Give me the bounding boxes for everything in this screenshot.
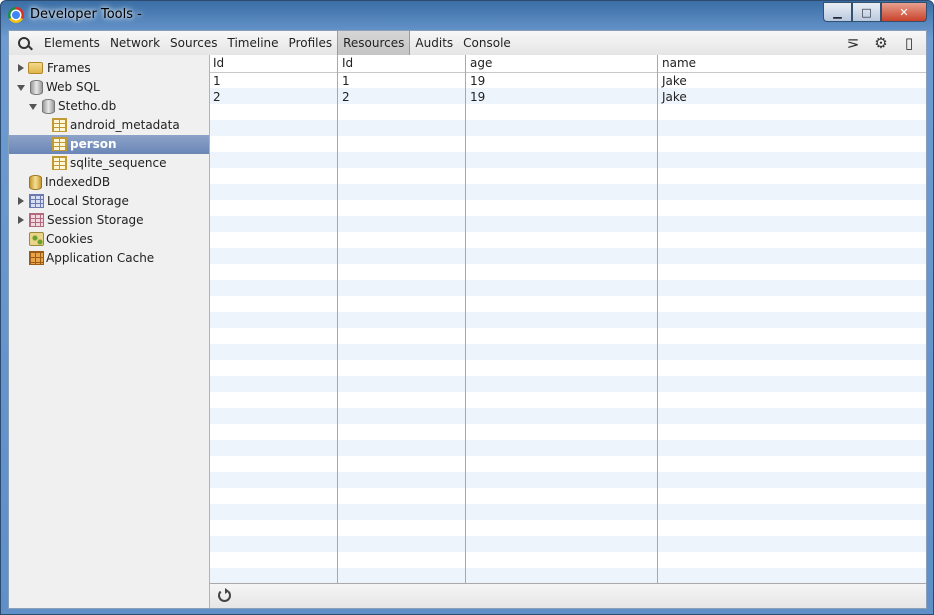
chrome-logo-icon bbox=[8, 7, 24, 23]
sidebar-item-label: person bbox=[70, 137, 117, 151]
dock-side-icon[interactable]: ▯ bbox=[900, 34, 918, 52]
sidebar-item-indexeddb[interactable]: IndexedDB bbox=[9, 173, 209, 192]
console-drawer-icon[interactable]: ⋝ bbox=[844, 34, 862, 52]
window-controls: ▁ □ ✕ bbox=[823, 2, 927, 22]
sidebar-item-android-metadata[interactable]: android_metadata bbox=[9, 116, 209, 135]
sidebar-item-label: Session Storage bbox=[47, 213, 144, 227]
minimize-button[interactable]: ▁ bbox=[823, 2, 852, 22]
grid-header: Id Id age name bbox=[210, 55, 926, 73]
grid-icon bbox=[29, 194, 44, 208]
title-bar[interactable]: Developer Tools - ▁ □ ✕ bbox=[1, 1, 933, 29]
sidebar-item-application-cache[interactable]: Application Cache bbox=[9, 249, 209, 268]
table-cell: 1 bbox=[342, 74, 350, 88]
sidebar-item-cookies[interactable]: Cookies bbox=[9, 230, 209, 249]
sidebar-item-stetho-db[interactable]: Stetho.db bbox=[9, 97, 209, 116]
folder-icon bbox=[28, 62, 43, 74]
tab-resources[interactable]: Resources bbox=[337, 31, 411, 55]
table-cell: 1 bbox=[213, 74, 221, 88]
sidebar-item-person[interactable]: person bbox=[9, 135, 209, 154]
tab-elements[interactable]: Elements bbox=[39, 31, 105, 55]
sidebar-item-sqlite-sequence[interactable]: sqlite_sequence bbox=[9, 154, 209, 173]
tab-network[interactable]: Network bbox=[105, 31, 165, 55]
collapse-arrow-icon[interactable] bbox=[29, 104, 37, 110]
column-divider[interactable] bbox=[337, 55, 338, 584]
table-cell: Jake bbox=[662, 90, 687, 104]
sidebar-item-label: Application Cache bbox=[46, 251, 155, 265]
database-icon bbox=[29, 175, 42, 190]
search-icon[interactable] bbox=[18, 37, 30, 49]
table-cell: 19 bbox=[470, 90, 486, 104]
sidebar-item-label: sqlite_sequence bbox=[70, 156, 167, 170]
data-grid: Id Id age name 1 1 19 Jake 2 2 19 Jake bbox=[210, 55, 926, 584]
table-cell: Jake bbox=[662, 74, 687, 88]
tab-console[interactable]: Console bbox=[458, 31, 516, 55]
sidebar-item-local-storage[interactable]: Local Storage bbox=[9, 192, 209, 211]
sidebar-item-label: Stetho.db bbox=[58, 99, 117, 113]
database-icon bbox=[42, 99, 55, 114]
gear-icon[interactable]: ⚙ bbox=[872, 34, 890, 52]
table-row[interactable]: 2 2 19 Jake bbox=[210, 89, 926, 105]
table-cell: 2 bbox=[342, 90, 350, 104]
tab-profiles[interactable]: Profiles bbox=[284, 31, 338, 55]
expand-arrow-icon[interactable] bbox=[18, 216, 24, 224]
close-icon: ✕ bbox=[899, 5, 909, 19]
column-header[interactable]: name bbox=[662, 56, 696, 70]
table-icon bbox=[52, 156, 67, 170]
main-toolbar: Elements Network Sources Timeline Profil… bbox=[9, 31, 926, 56]
expand-arrow-icon[interactable] bbox=[18, 64, 24, 72]
column-divider[interactable] bbox=[465, 55, 466, 584]
tab-sources[interactable]: Sources bbox=[165, 31, 222, 55]
devtools-window: Developer Tools - ▁ □ ✕ Elements Network… bbox=[0, 0, 934, 615]
column-header[interactable]: Id bbox=[213, 56, 224, 70]
window-title: Developer Tools - bbox=[30, 7, 142, 22]
application-cache-icon bbox=[29, 251, 44, 265]
grid-icon bbox=[29, 213, 44, 227]
panel-tabs: Elements Network Sources Timeline Profil… bbox=[39, 31, 516, 55]
table-icon bbox=[52, 137, 67, 151]
toolbar-right-controls: ⋝ ⚙ ▯ bbox=[844, 34, 918, 52]
maximize-button[interactable]: □ bbox=[852, 2, 881, 22]
table-icon bbox=[52, 118, 67, 132]
column-header[interactable]: age bbox=[470, 56, 492, 70]
table-cell: 19 bbox=[470, 74, 486, 88]
sidebar-item-session-storage[interactable]: Session Storage bbox=[9, 211, 209, 230]
sidebar-item-label: Cookies bbox=[46, 232, 93, 246]
status-bar bbox=[210, 583, 926, 608]
sidebar-item-label: IndexedDB bbox=[45, 175, 111, 189]
close-button[interactable]: ✕ bbox=[881, 2, 927, 22]
collapse-arrow-icon[interactable] bbox=[17, 85, 25, 91]
sidebar-item-frames[interactable]: Frames bbox=[9, 59, 209, 78]
tab-timeline[interactable]: Timeline bbox=[223, 31, 284, 55]
column-divider[interactable] bbox=[657, 55, 658, 584]
devtools-panel: Elements Network Sources Timeline Profil… bbox=[8, 30, 927, 609]
table-row[interactable]: 1 1 19 Jake bbox=[210, 73, 926, 89]
table-cell: 2 bbox=[213, 90, 221, 104]
sidebar-item-label: Web SQL bbox=[46, 80, 100, 94]
sidebar-item-label: Frames bbox=[47, 61, 91, 75]
minimize-icon: ▁ bbox=[833, 5, 842, 19]
sidebar-item-label: Local Storage bbox=[47, 194, 129, 208]
database-icon bbox=[30, 80, 43, 95]
maximize-icon: □ bbox=[861, 5, 872, 19]
expand-arrow-icon[interactable] bbox=[18, 197, 24, 205]
refresh-icon[interactable] bbox=[218, 588, 231, 602]
column-header[interactable]: Id bbox=[342, 56, 353, 70]
sidebar-item-label: android_metadata bbox=[70, 118, 180, 132]
cookie-icon bbox=[29, 232, 44, 246]
resources-sidebar: Frames Web SQL Stetho.db android_metadat… bbox=[9, 55, 210, 608]
tab-audits[interactable]: Audits bbox=[410, 31, 458, 55]
sidebar-item-web-sql[interactable]: Web SQL bbox=[9, 78, 209, 97]
